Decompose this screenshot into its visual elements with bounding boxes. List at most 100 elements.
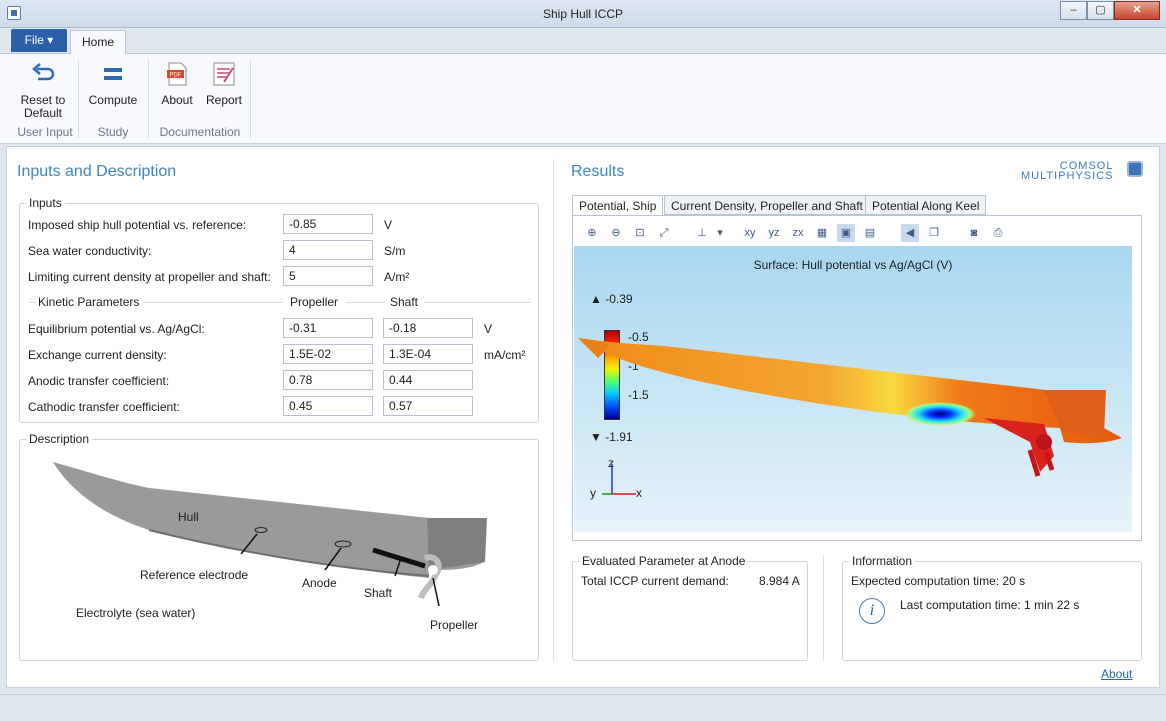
information-group: Information Expected computation time: 2… — [842, 554, 1142, 661]
axis-orientation-icon[interactable]: ▣ — [837, 224, 855, 242]
equilibrium-potential-shaft-input[interactable] — [383, 318, 473, 338]
equilibrium-potential-propeller-input[interactable] — [283, 318, 373, 338]
description-group: Description Hull Reference electrode Ano… — [19, 432, 539, 661]
axis-y-label: y — [590, 486, 596, 500]
plot-area[interactable]: Surface: Hull potential vs Ag/AgCl (V) ▲… — [574, 246, 1132, 532]
information-legend: Information — [849, 554, 916, 568]
report-button[interactable]: Report — [202, 60, 246, 107]
tab-current-density[interactable]: Current Density, Propeller and Shaft — [664, 195, 870, 215]
anodic-transfer-propeller-input[interactable] — [283, 370, 373, 390]
results-title: Results — [571, 163, 625, 180]
reset-to-default-button[interactable]: Reset to Default — [16, 60, 70, 120]
comsol-logo: COMSOL MULTIPHYSICS — [1021, 161, 1114, 182]
ship-hull-potential-input[interactable] — [283, 214, 373, 234]
zoom-out-icon[interactable]: ⊖ — [607, 224, 625, 242]
camera-icon[interactable]: ◙ — [965, 224, 983, 242]
close-button[interactable]: ✕ — [1114, 1, 1160, 20]
unit-label: mA/cm² — [484, 348, 526, 362]
last-time-label: Last computation time: 1 min 22 s — [900, 598, 1080, 612]
evaluated-legend: Evaluated Parameter at Anode — [579, 554, 749, 568]
icc-demand-value: 8.984 A — [759, 574, 800, 588]
chevron-down-icon[interactable]: ▾ — [711, 224, 729, 242]
unit-label: V — [484, 322, 493, 336]
expected-time-label: Expected computation time: 20 s — [851, 574, 1026, 588]
graphics-window: ⊕ ⊖ ⊡ ⤢ ⊥ ▾ xy yz zx ▦ ▣ ▤ ◀ ❐ ◙ ⎙ Surfa… — [572, 215, 1142, 541]
transparency-icon[interactable]: ❐ — [925, 224, 943, 242]
divider — [346, 302, 386, 303]
light-icon[interactable]: ◀ — [901, 224, 919, 242]
tab-potential-ship[interactable]: Potential, Ship — [572, 195, 664, 216]
pdf-icon: PDF — [167, 62, 187, 86]
ribbon-separator — [250, 60, 251, 138]
evaluated-parameter-group: Evaluated Parameter at Anode Total ICCP … — [572, 554, 808, 661]
group-label-study: Study — [97, 125, 129, 139]
graphics-toolbar: ⊕ ⊖ ⊡ ⤢ ⊥ ▾ xy yz zx ▦ ▣ ▤ ◀ ❐ ◙ ⎙ — [581, 222, 1133, 244]
status-bar — [0, 694, 1166, 721]
minimize-button[interactable]: – — [1060, 1, 1087, 20]
ribbon-tab-bar: File ▾ Home — [0, 28, 1166, 55]
anodic-transfer-shaft-input[interactable] — [383, 370, 473, 390]
reference-electrode-label: Reference electrode — [140, 568, 249, 582]
ribbon: Reset to Default Compute PDF About Repor… — [0, 54, 1166, 144]
view-yz-icon[interactable]: yz — [763, 224, 785, 242]
propeller-label: Propeller — [430, 618, 479, 632]
compute-button[interactable]: Compute — [84, 60, 142, 107]
propeller-column-heading: Propeller — [290, 295, 339, 309]
kinetic-label: Cathodic transfer coefficient: — [28, 400, 180, 414]
electrolyte-label: Electrolyte (sea water) — [76, 606, 196, 620]
axis-triad-icon — [602, 464, 636, 495]
undo-icon — [32, 63, 55, 81]
description-legend: Description — [26, 432, 93, 446]
legend-icon[interactable]: ▤ — [861, 224, 879, 242]
limiting-current-density-input[interactable] — [283, 266, 373, 286]
title-bar: Ship Hull ICCP – ▢ ✕ — [0, 0, 1166, 28]
kinetic-label: Exchange current density: — [28, 348, 167, 362]
exchange-current-density-shaft-input[interactable] — [383, 344, 473, 364]
compute-label: Compute — [88, 93, 138, 107]
window-title: Ship Hull ICCP — [542, 7, 624, 21]
axis-z-label: z — [608, 456, 614, 470]
shaft-column-heading: Shaft — [390, 295, 419, 309]
view-xy-icon[interactable]: xy — [739, 224, 761, 242]
cathodic-transfer-propeller-input[interactable] — [283, 396, 373, 416]
tab-potential-along-keel[interactable]: Potential Along Keel — [865, 195, 987, 215]
cathodic-transfer-shaft-input[interactable] — [383, 396, 473, 416]
icc-demand-label: Total ICCP current demand: — [581, 574, 729, 588]
tab-home[interactable]: Home — [70, 30, 126, 55]
view-zx-icon[interactable]: zx — [787, 224, 809, 242]
zoom-in-icon[interactable]: ⊕ — [583, 224, 601, 242]
about-label: About — [161, 93, 193, 107]
input-label: Limiting current density at propeller an… — [28, 270, 271, 284]
view-axes-icon[interactable]: ⊥ — [693, 224, 711, 242]
info-icon: i — [859, 598, 885, 624]
inputs-legend: Inputs — [26, 196, 65, 210]
kinetic-label: Anodic transfer coefficient: — [28, 374, 170, 388]
axis-x-label: x — [636, 486, 642, 500]
exchange-current-density-propeller-input[interactable] — [283, 344, 373, 364]
divider — [424, 302, 532, 303]
panel-divider — [553, 159, 554, 661]
ribbon-separator — [78, 60, 79, 138]
about-button[interactable]: PDF About — [156, 60, 198, 107]
grid-icon[interactable]: ▦ — [813, 224, 831, 242]
zoom-box-icon[interactable]: ⊡ — [631, 224, 649, 242]
unit-label: V — [384, 218, 393, 232]
hull-label: Hull — [178, 510, 199, 524]
kinetic-label: Equilibrium potential vs. Ag/AgCl: — [28, 322, 205, 336]
main-panel: Inputs and Description Inputs Imposed sh… — [6, 146, 1160, 688]
print-icon[interactable]: ⎙ — [989, 224, 1007, 242]
unit-label: A/m² — [384, 270, 410, 284]
divider — [28, 302, 36, 303]
about-link[interactable]: About — [1101, 667, 1132, 681]
shaft-label: Shaft — [364, 586, 393, 600]
sea-water-conductivity-input[interactable] — [283, 240, 373, 260]
maximize-button[interactable]: ▢ — [1087, 1, 1114, 20]
ribbon-separator — [148, 60, 149, 138]
file-menu-button[interactable]: File ▾ — [11, 29, 67, 52]
logo-line-2: MULTIPHYSICS — [1021, 170, 1114, 182]
divider — [144, 302, 284, 303]
comsol-emblem-icon — [1127, 161, 1143, 177]
unit-label: S/m — [384, 244, 406, 258]
input-label: Sea water conductivity: — [28, 244, 152, 258]
zoom-extents-icon[interactable]: ⤢ — [655, 224, 673, 242]
